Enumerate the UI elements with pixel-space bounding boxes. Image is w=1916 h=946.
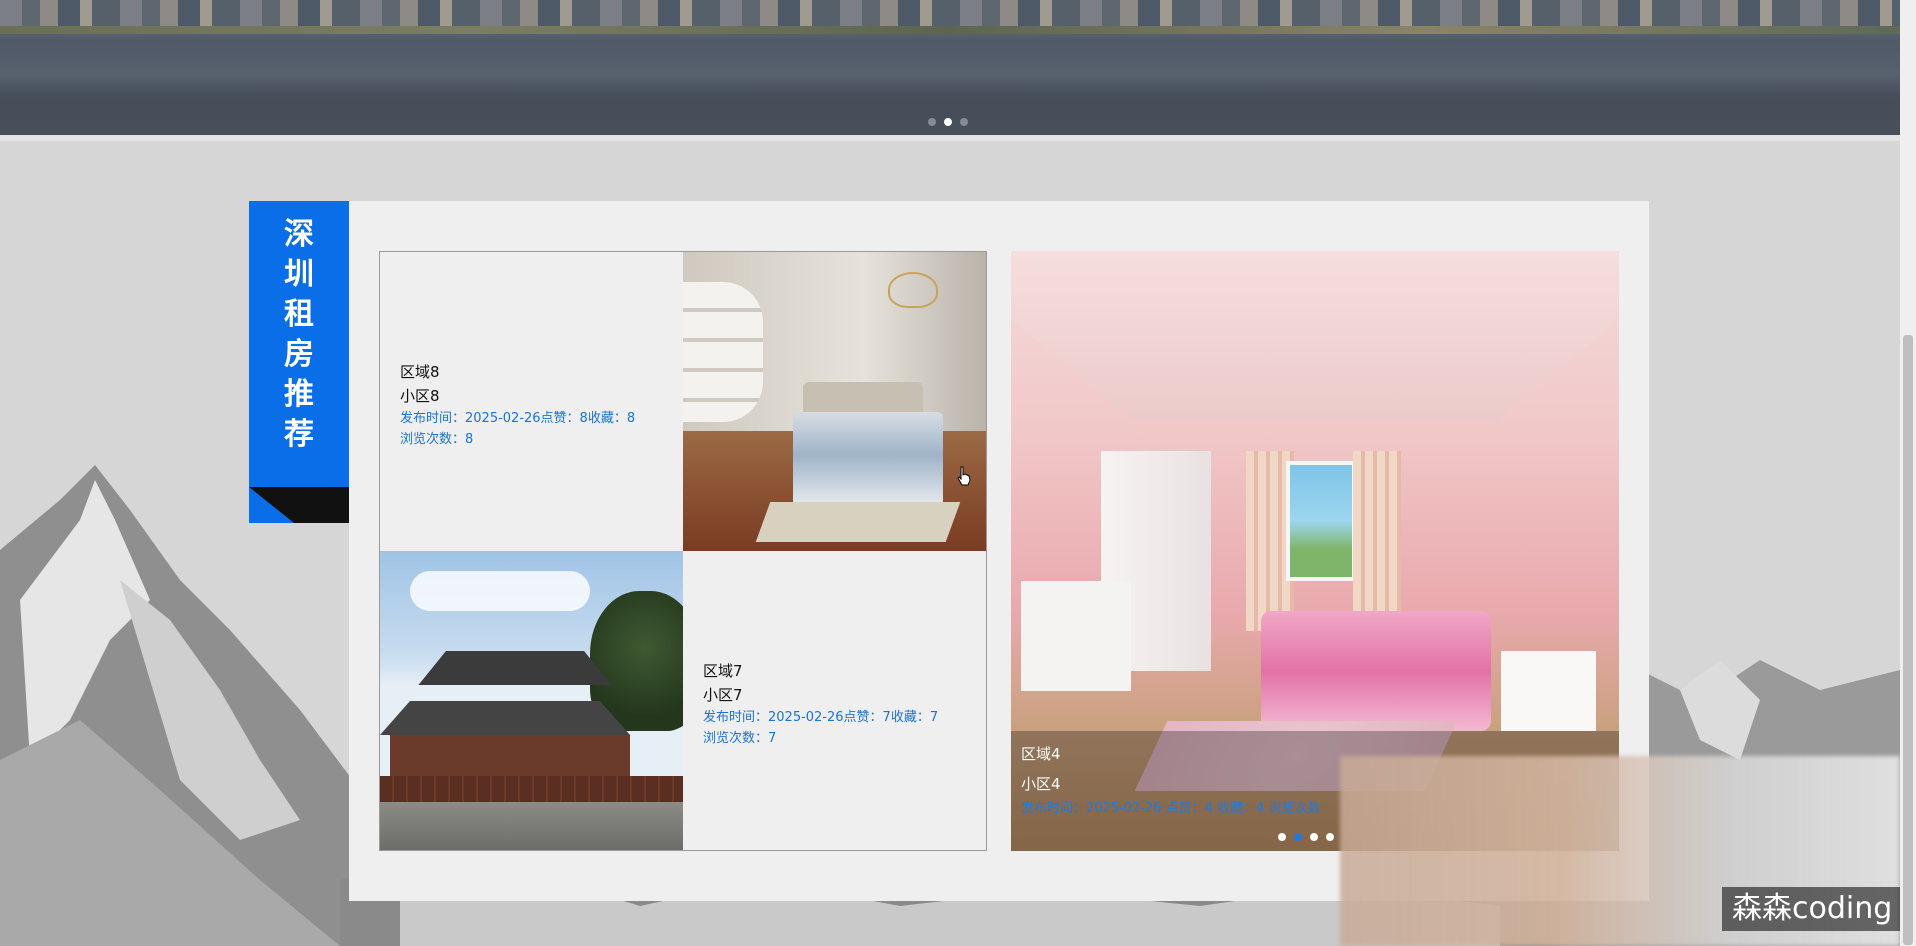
listing-views: 浏览次数：7 <box>703 731 777 746</box>
carousel-area: 区域4 <box>1021 745 1061 763</box>
photo-cloud <box>410 571 590 611</box>
title-char: 推 <box>284 377 314 412</box>
photo-bed <box>1261 611 1491 731</box>
carousel-dot[interactable] <box>1278 833 1286 841</box>
carousel-caption: 区域4 小区4 发布时间：2025-02-26 点赞：4 收藏：4 浏览次数 <box>1021 739 1321 819</box>
listing-meta: 发布时间：2025-02-26点赞：7收藏：7 <box>703 710 939 725</box>
banner-divider <box>0 135 1900 141</box>
photo-curtain <box>1353 451 1401 631</box>
photo-bed <box>793 412 943 507</box>
listing-card[interactable]: 区域7 小区7 发布时间：2025-02-26点赞：7收藏：7 浏览次数：7 <box>683 551 986 850</box>
scrollbar-thumb[interactable] <box>1903 335 1913 945</box>
photo-desk <box>1021 581 1131 691</box>
section-title: 深 圳 租 房 推 荐 <box>249 215 349 455</box>
carousel-community: 小区4 <box>1021 775 1061 793</box>
listing-card[interactable]: 区域8 小区8 发布时间：2025-02-26点赞：8收藏：8 浏览次数：8 <box>380 252 683 551</box>
banner-dot[interactable] <box>928 118 936 126</box>
listing-views: 浏览次数：8 <box>400 432 474 447</box>
banner-dot-active[interactable] <box>944 118 952 126</box>
listing-grid: 区域8 小区8 发布时间：2025-02-26点赞：8收藏：8 浏览次数：8 区… <box>379 251 987 851</box>
hand-cursor-icon <box>957 466 971 486</box>
carousel-pagination <box>1278 833 1334 841</box>
banner-pagination <box>928 118 968 126</box>
shoreline <box>0 26 1900 34</box>
photo-window <box>1286 461 1356 581</box>
carousel-meta: 发布时间：2025-02-26 点赞：4 收藏：4 浏览次数 <box>1021 801 1321 816</box>
title-char: 荐 <box>284 417 314 452</box>
title-char: 房 <box>284 337 314 372</box>
listing-area: 区域7 <box>703 662 743 680</box>
listing-info: 区域8 小区8 发布时间：2025-02-26点赞：8收藏：8 浏览次数：8 <box>380 360 635 450</box>
listing-info: 区域7 小区7 发布时间：2025-02-26点赞：7收藏：7 浏览次数：7 <box>683 659 938 749</box>
listing-area: 区域8 <box>400 363 440 381</box>
title-char: 圳 <box>284 257 314 292</box>
photo-chandelier <box>888 272 938 308</box>
photo-ground <box>380 802 683 850</box>
watermark: 森森coding <box>1722 887 1903 931</box>
photo-rug <box>755 502 961 542</box>
page-scrollbar[interactable] <box>1900 0 1916 946</box>
carousel-dot[interactable] <box>1326 833 1334 841</box>
photo-shelf <box>683 282 763 422</box>
photo-ceiling <box>1011 251 1619 421</box>
hero-banner <box>0 0 1900 135</box>
listing-photo[interactable] <box>380 551 683 850</box>
carousel-dot-active[interactable] <box>1294 833 1302 841</box>
section-ribbon: 深 圳 租 房 推 荐 <box>249 201 349 523</box>
listing-meta: 发布时间：2025-02-26点赞：8收藏：8 <box>400 411 636 426</box>
listing-photo[interactable] <box>683 252 986 551</box>
banner-dot[interactable] <box>960 118 968 126</box>
listing-community: 小区7 <box>703 686 743 704</box>
listing-community: 小区8 <box>400 387 440 405</box>
title-char: 深 <box>284 217 314 252</box>
photo-roof <box>380 701 630 735</box>
photo-nightstand <box>1501 651 1596 731</box>
title-char: 租 <box>284 297 314 332</box>
carousel-dot[interactable] <box>1310 833 1318 841</box>
